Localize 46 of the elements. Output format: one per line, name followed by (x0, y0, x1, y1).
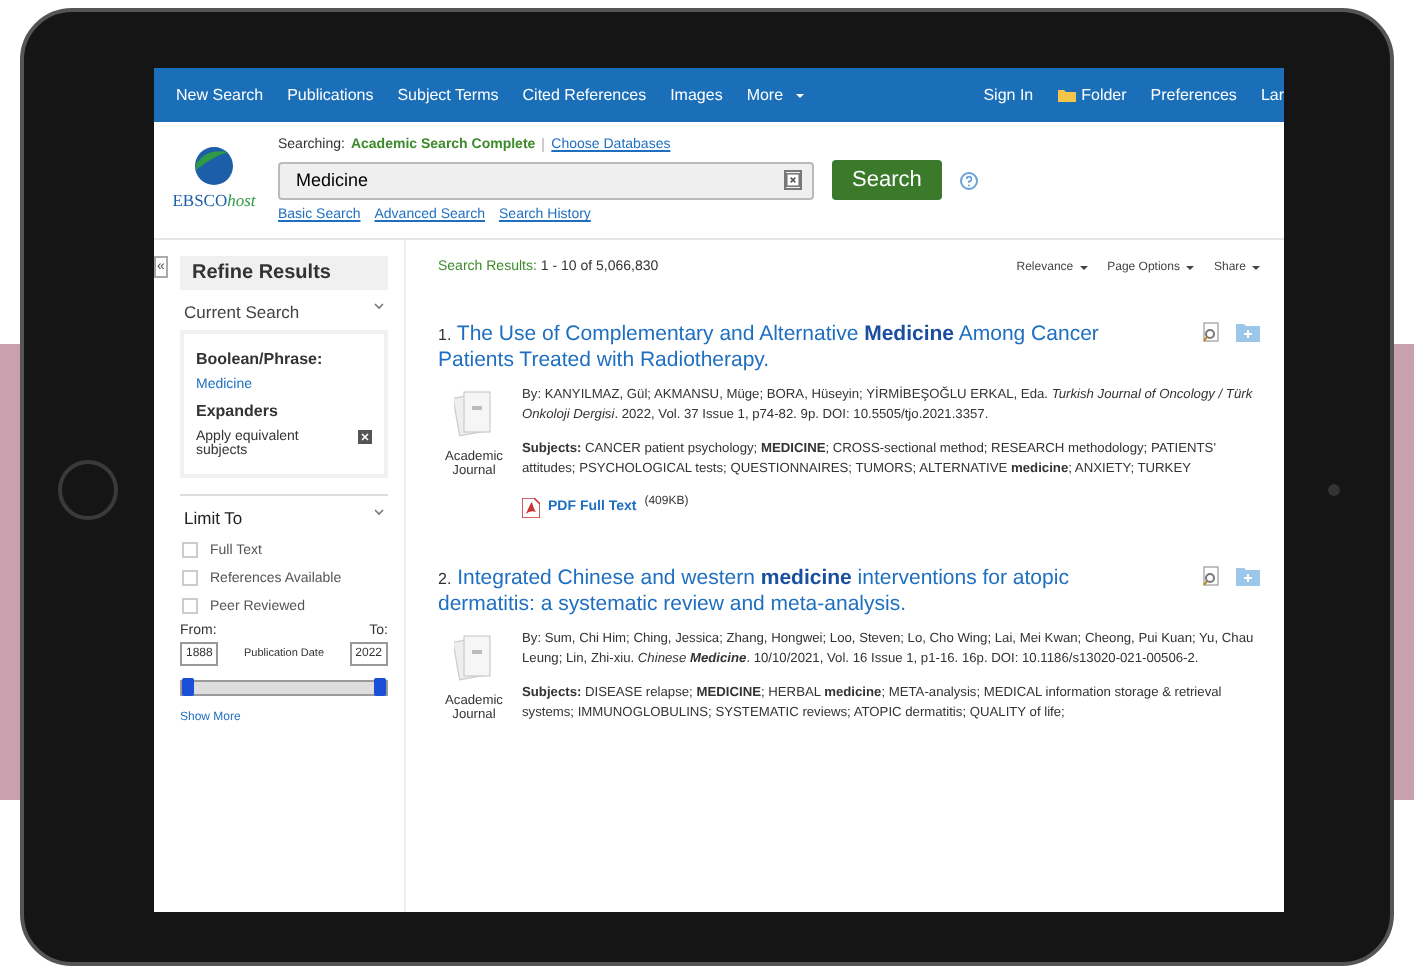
nav-link[interactable]: New Search (176, 86, 264, 104)
filter-label: Boolean/Phrase: (196, 350, 325, 368)
add-to-folder-icon[interactable] (1236, 566, 1260, 586)
home-button[interactable] (58, 460, 118, 520)
logo-text: EBSCOhost (172, 190, 256, 210)
folder-link[interactable]: Folder (1057, 86, 1127, 104)
help-icon[interactable] (959, 171, 978, 189)
checkbox[interactable] (182, 598, 198, 614)
preview-icon[interactable] (1202, 322, 1222, 342)
more-menu[interactable]: More (746, 86, 804, 104)
nav-link[interactable]: Publications (287, 86, 374, 104)
chevron-icon[interactable] (374, 508, 384, 516)
preview-icon[interactable] (1202, 566, 1222, 586)
caret-icon (1079, 265, 1088, 269)
filter-label: Expanders (196, 402, 280, 420)
pdf-icon (522, 498, 540, 518)
slider-handle[interactable] (374, 678, 386, 696)
refine-results-heading: Refine Results (180, 256, 388, 290)
clear-icon[interactable] (784, 170, 802, 190)
caret-icon (1185, 265, 1194, 269)
nav-link[interactable]: Images (670, 86, 723, 104)
checkbox[interactable] (182, 570, 198, 586)
search-field[interactable]: Medicine (278, 161, 814, 199)
checkbox[interactable] (182, 542, 198, 558)
journal-icon (454, 390, 494, 438)
add-to-folder-icon[interactable] (1236, 322, 1260, 342)
folder-icon (1057, 88, 1076, 102)
result-title-link[interactable]: 2. Integrated Chinese and western medicine interventions for atopic dermatitis: a systematic review and meta-analysis. (438, 566, 1188, 618)
chevron-icon[interactable] (374, 302, 384, 310)
remove-icon[interactable] (358, 430, 372, 444)
section-heading: Limit To (184, 508, 243, 528)
search-button[interactable]: Search (832, 160, 942, 200)
nav-link[interactable]: Cited References (522, 86, 647, 104)
nav-link[interactable]: Lar (1260, 86, 1284, 104)
section-heading: Current Search (184, 302, 300, 322)
journal-icon (454, 634, 494, 682)
caret-icon (795, 93, 804, 97)
caret-icon (1252, 265, 1260, 269)
nav-link[interactable]: Subject Terms (397, 86, 499, 104)
camera-icon (1328, 484, 1340, 496)
nav-link[interactable]: Preferences (1150, 86, 1237, 104)
nav-link[interactable]: Sign In (983, 86, 1034, 104)
logo-icon (194, 146, 234, 186)
date-range-slider[interactable] (180, 680, 388, 696)
result-title-link[interactable]: 1. The Use of Complementary and Alternative Medicine Among Cancer Patients Treated with Radiotherapy. (438, 322, 1188, 374)
slider-handle[interactable] (182, 678, 194, 696)
